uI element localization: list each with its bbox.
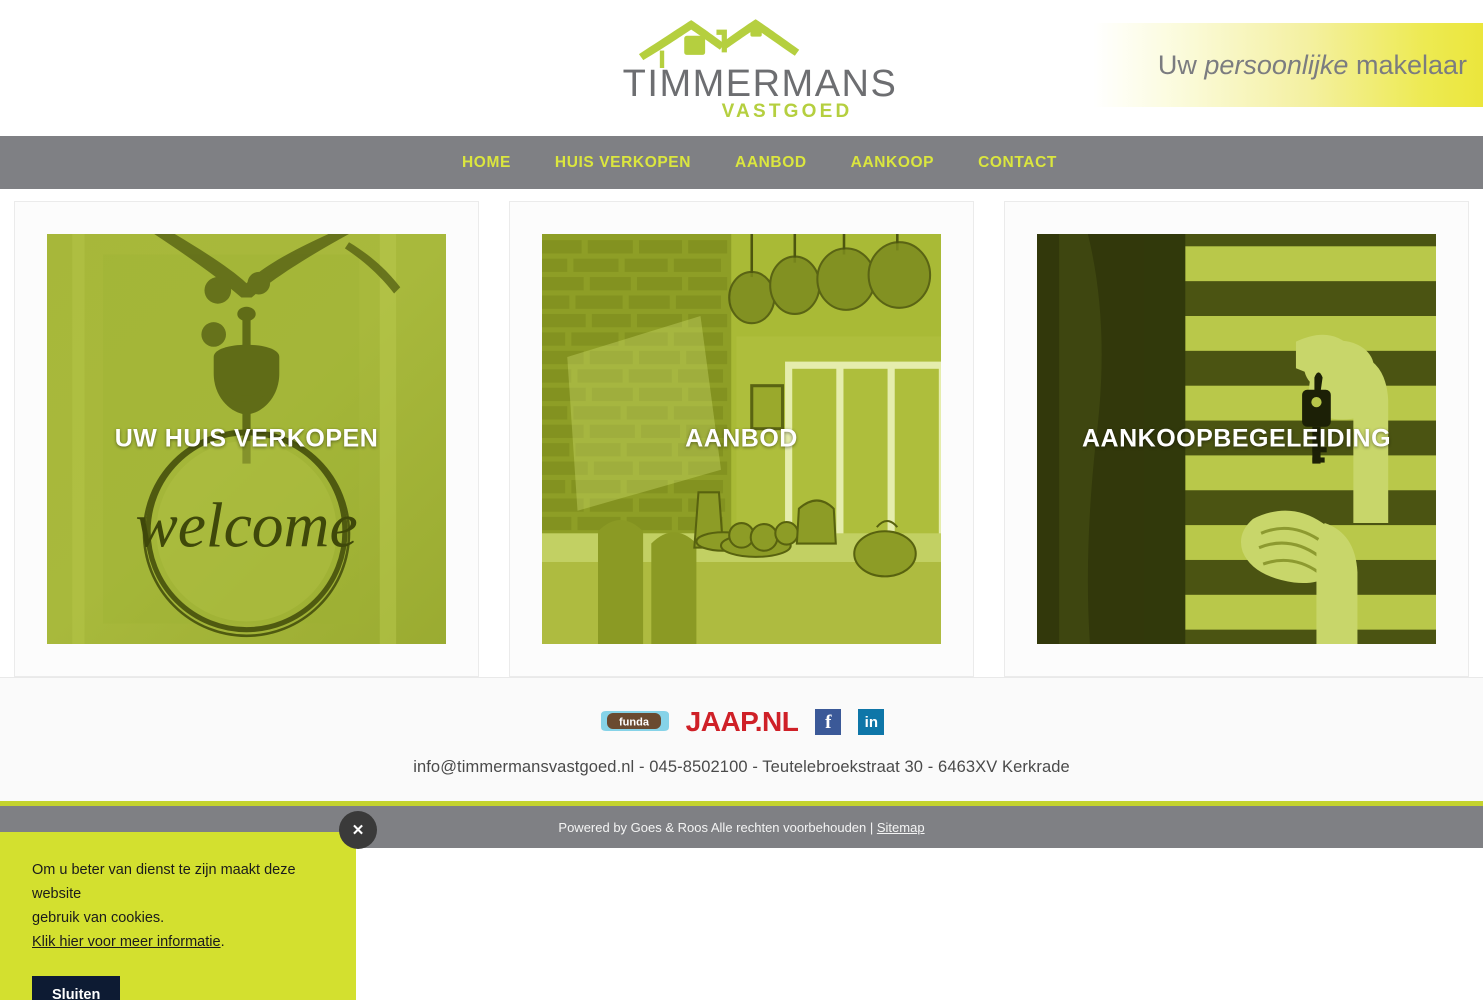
- nav-item-aanbod[interactable]: AANBOD: [735, 154, 807, 172]
- nav-item-contact[interactable]: CONTACT: [978, 154, 1057, 172]
- tagline-banner: Uw persoonlijke makelaar: [1093, 23, 1483, 107]
- card-image-front-door-welcome-wreath: welcome: [47, 234, 446, 644]
- linkedin-icon[interactable]: in: [858, 709, 885, 735]
- nav-item-huis-verkopen[interactable]: HUIS VERKOPEN: [555, 154, 691, 172]
- cookie-message-line2: gebruik van cookies.: [32, 910, 165, 926]
- card-image-key-handover: [1037, 234, 1436, 644]
- tagline-suffix: makelaar: [1348, 49, 1467, 80]
- tagline-emphasis: persoonlijke: [1204, 49, 1349, 80]
- tagline-text: Uw persoonlijke makelaar: [1158, 50, 1467, 81]
- cookie-close-icon[interactable]: ✕: [339, 811, 377, 849]
- nav-item-aankoop[interactable]: AANKOOP: [851, 154, 934, 172]
- social-links-row: funda JAAP.NL f in: [0, 704, 1483, 740]
- nav-item-home[interactable]: HOME: [462, 154, 511, 172]
- page-root: TIMMERMANS VASTGOED Uw persoonlijke make…: [0, 0, 1483, 1000]
- funda-logo-label: funda: [619, 717, 650, 729]
- card-image-dining-room: [542, 234, 941, 644]
- tagline-prefix: Uw: [1157, 49, 1205, 80]
- svg-text:welcome: welcome: [135, 490, 357, 561]
- house-roofs-icon: [638, 19, 800, 68]
- cookie-consent-banner: Om u beter van dienst te zijn maakt deze…: [0, 832, 356, 1000]
- cookie-info-link[interactable]: Klik hier voor meer informatie: [32, 930, 221, 954]
- cookie-accept-button[interactable]: Sluiten: [32, 976, 121, 1000]
- copyright-prefix: Powered by Goes & Roos Alle rechten voor…: [558, 819, 877, 835]
- feature-cards: welcome UW HUIS VERKOPEN AANBOD AANKOOPB…: [0, 189, 1483, 677]
- sitemap-link[interactable]: Sitemap: [877, 820, 925, 835]
- logo-subtitle: VASTGOED: [721, 101, 853, 122]
- card-aankoopbegeleiding[interactable]: AANKOOPBEGELEIDING: [1004, 201, 1469, 677]
- card-aanbod[interactable]: AANBOD: [509, 201, 974, 677]
- main-navigation: HOME HUIS VERKOPEN AANBOD AANKOOP CONTAC…: [0, 136, 1483, 189]
- jaap-nl-logo[interactable]: JAAP.NL: [686, 708, 799, 736]
- site-footer: funda JAAP.NL f in info@timmermansvastgo…: [0, 677, 1483, 801]
- copyright-text: Powered by Goes & Roos Alle rechten voor…: [558, 820, 924, 835]
- facebook-icon[interactable]: f: [815, 709, 842, 735]
- card-uw-huis-verkopen[interactable]: welcome UW HUIS VERKOPEN: [14, 201, 479, 677]
- funda-logo[interactable]: funda: [599, 709, 669, 735]
- cookie-period: .: [220, 934, 225, 950]
- logo-wordmark: TIMMERMANS: [622, 63, 898, 105]
- cookie-message-line1: Om u beter van dienst te zijn maakt deze…: [32, 862, 296, 902]
- footer-contact-info: info@timmermansvastgoed.nl - 045-8502100…: [413, 758, 1070, 776]
- site-header: TIMMERMANS VASTGOED Uw persoonlijke make…: [0, 0, 1483, 136]
- site-logo[interactable]: TIMMERMANS VASTGOED: [615, 14, 905, 122]
